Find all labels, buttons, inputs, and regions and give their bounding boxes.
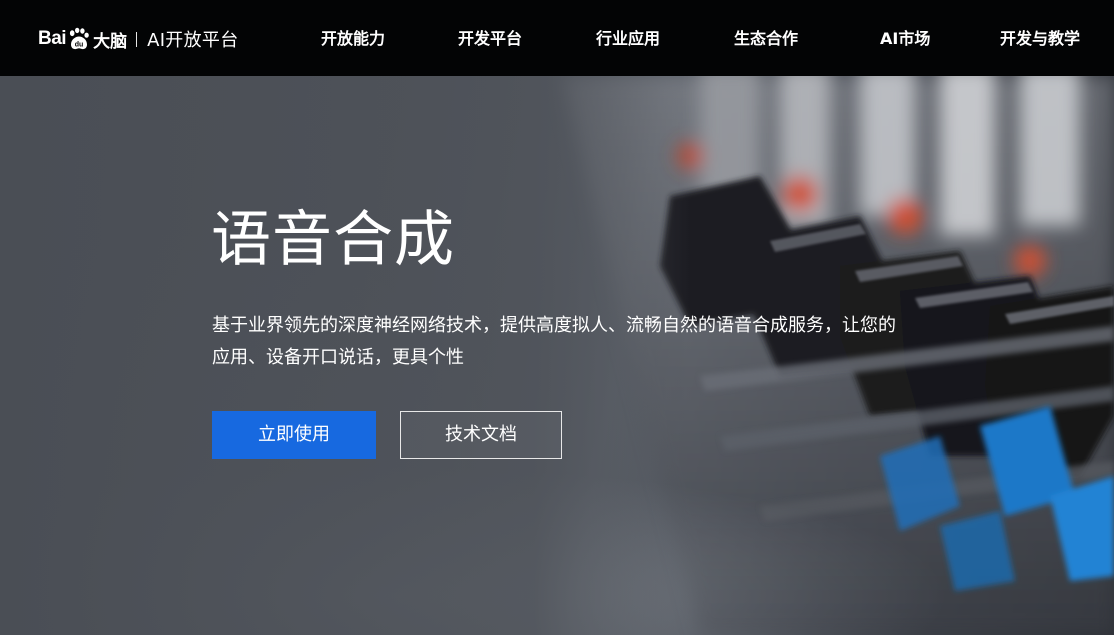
baidu-ai-logo[interactable]: Bai du 大脑 AI开放平台	[38, 26, 239, 52]
logo-divider	[136, 31, 138, 47]
hero-description: 基于业界领先的深度神经网络技术，提供高度拟人、流畅自然的语音合成服务，让您的 应…	[212, 310, 992, 374]
nav-item-dev-platform[interactable]: 开发平台	[458, 28, 522, 50]
hero-banner: 语音合成 基于业界领先的深度神经网络技术，提供高度拟人、流畅自然的语音合成服务，…	[0, 76, 1114, 635]
hero-description-line-2: 应用、设备开口说话，更具个性	[212, 347, 464, 368]
nav-item-dev-teaching[interactable]: 开发与教学	[1000, 28, 1080, 50]
logo-platform-text: AI开放平台	[147, 30, 239, 51]
nav-item-ecosystem[interactable]: 生态合作	[734, 28, 798, 50]
top-navbar: Bai du 大脑 AI开放平台 开放能力 开发平台 行业应用 生态合作 AI市…	[0, 0, 1114, 76]
baidu-paw-icon: du	[69, 27, 89, 50]
logo-bai-text: Bai	[38, 28, 67, 49]
nav-item-industry-apps[interactable]: 行业应用	[596, 28, 660, 50]
nav-item-ai-market[interactable]: AI市场	[880, 28, 930, 50]
tech-docs-button[interactable]: 技术文档	[400, 411, 562, 459]
nav-item-open-capabilities[interactable]: 开放能力	[321, 28, 385, 50]
hero-title: 语音合成	[211, 205, 455, 275]
use-now-button[interactable]: 立即使用	[212, 411, 376, 459]
logo-brain-text: 大脑	[93, 31, 128, 52]
hero-description-line-1: 基于业界领先的深度神经网络技术，提供高度拟人、流畅自然的语音合成服务，让您的	[212, 315, 896, 336]
svg-text:du: du	[75, 42, 84, 49]
